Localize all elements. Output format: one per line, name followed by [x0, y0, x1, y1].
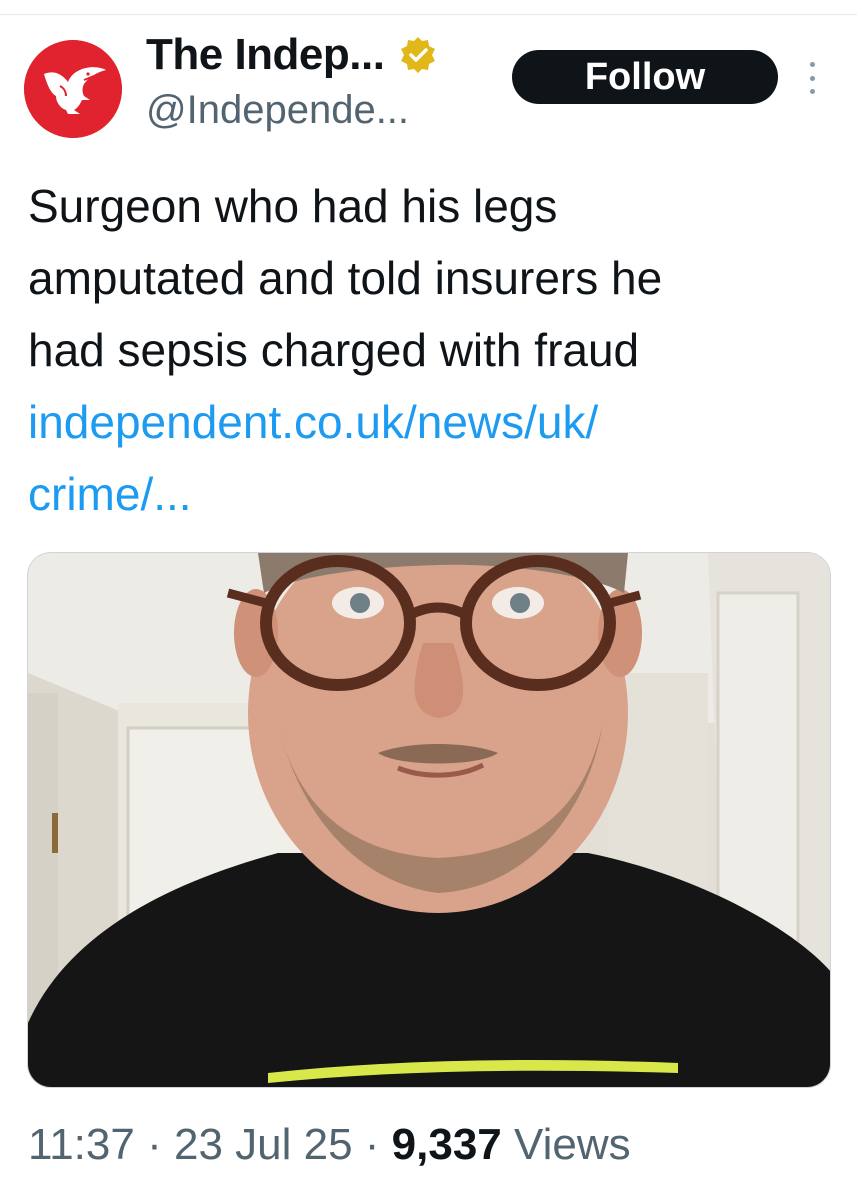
meta-separator: · — [147, 1120, 162, 1169]
top-divider — [0, 14, 857, 15]
verified-badge-icon — [398, 35, 438, 75]
name-row: The Indep... — [146, 30, 438, 80]
more-dot — [809, 75, 815, 81]
meta-separator: · — [364, 1120, 380, 1169]
more-vertical-icon[interactable] — [806, 62, 818, 94]
more-dot — [809, 62, 815, 67]
tweet-text-line: amputated and told insurers he — [28, 252, 663, 304]
tweet-time[interactable]: 11:37 — [28, 1120, 135, 1169]
tweet-date[interactable]: 23 Jul 25 — [174, 1120, 353, 1169]
article-link[interactable]: independent.co.uk/news/uk/ crime/... — [28, 386, 828, 530]
eagle-logo-icon — [24, 40, 122, 138]
user-handle[interactable]: @Independe... — [146, 88, 409, 133]
article-link-line[interactable]: crime/... — [28, 458, 828, 530]
follow-button[interactable]: Follow — [512, 50, 778, 104]
views-label: Views — [514, 1120, 631, 1169]
tweet-text: Surgeon who had his legs amputated and t… — [28, 170, 828, 386]
tweet-text-line: Surgeon who had his legs — [28, 180, 558, 232]
avatar[interactable] — [24, 40, 122, 138]
views-count[interactable]: 9,337 — [392, 1120, 502, 1169]
tweet-photo[interactable] — [27, 552, 831, 1088]
more-dot — [809, 89, 815, 94]
photo-illustration — [28, 553, 830, 1087]
tweet-text-line: had sepsis charged with fraud — [28, 324, 640, 376]
display-name[interactable]: The Indep... — [146, 30, 385, 80]
article-link-line[interactable]: independent.co.uk/news/uk/ — [28, 386, 828, 458]
tweet-meta: 11:37 · 23 Jul 25 · 9,337 Views — [28, 1120, 631, 1170]
